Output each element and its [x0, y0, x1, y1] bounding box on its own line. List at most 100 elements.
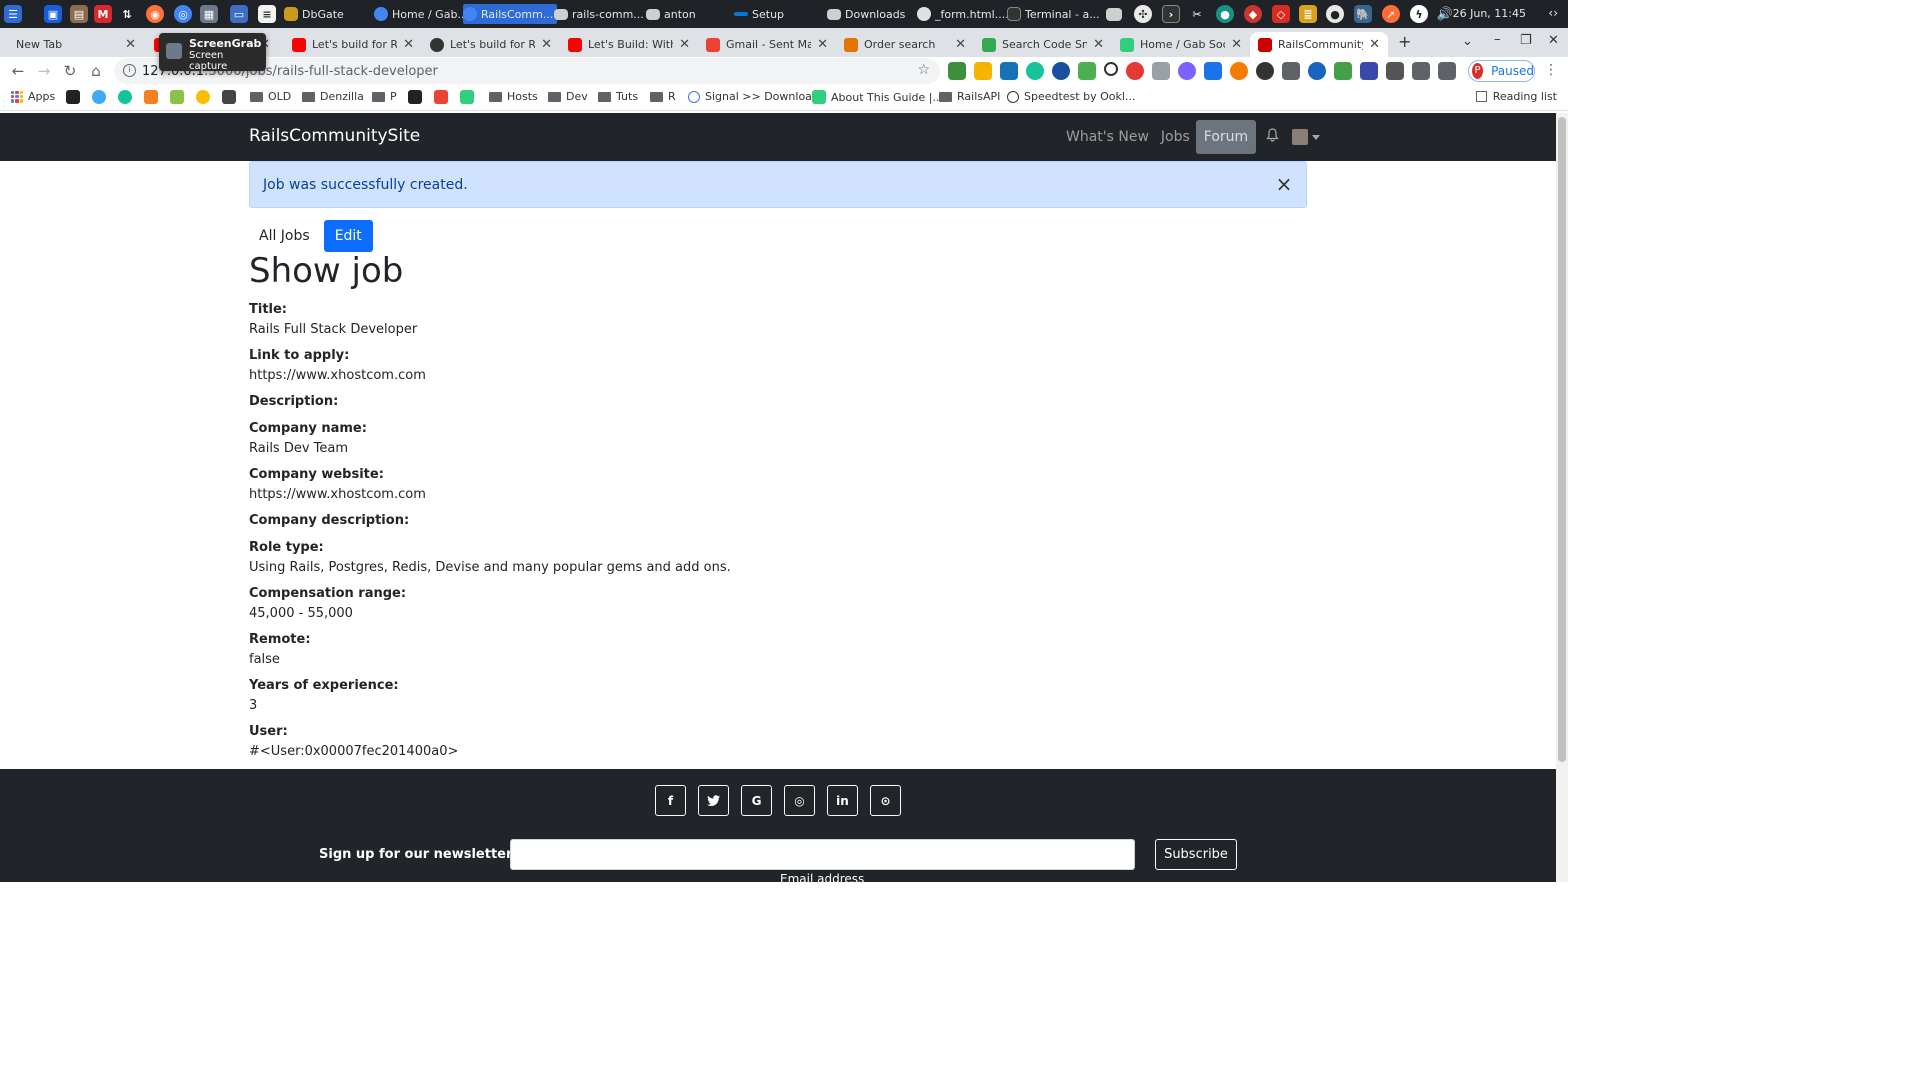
user-menu[interactable]: [1292, 129, 1321, 145]
bookmark-icon[interactable]: [196, 90, 210, 104]
tab-search-icon[interactable]: ⌄: [1462, 34, 1473, 49]
tab-gmail[interactable]: Gmail - Sent Mail ✕: [698, 32, 836, 57]
bookmark-folder-tuts[interactable]: Tuts: [598, 90, 638, 103]
screengrab-icon[interactable]: ▦: [200, 4, 218, 24]
bookmark-icon[interactable]: [408, 90, 422, 104]
edit-button[interactable]: Edit: [323, 220, 373, 252]
tab-new-tab[interactable]: New Tab ✕: [8, 32, 144, 57]
notes-icon[interactable]: ≡: [258, 4, 276, 24]
github-icon[interactable]: ⊙: [870, 785, 901, 816]
taskbar-window-railscommunity[interactable]: RailsComm...: [463, 4, 558, 24]
close-icon[interactable]: ✕: [955, 37, 966, 52]
tray-power-icon[interactable]: ϟ: [1410, 4, 1428, 24]
tray-github-icon[interactable]: ●: [1326, 4, 1344, 24]
tab-search-code-snippets[interactable]: Search Code Snipp ✕: [974, 32, 1112, 57]
tray-redis-icon[interactable]: ◇: [1272, 4, 1290, 24]
taskbar-window-downloads[interactable]: Downloads: [827, 4, 905, 24]
bookmark-icon[interactable]: [222, 90, 236, 104]
css-icon[interactable]: [1000, 62, 1018, 80]
taskbar-window-terminal[interactable]: Terminal - a...: [1007, 4, 1100, 24]
bookmark-folder-denzilla[interactable]: Denzilla: [302, 90, 364, 103]
tray-postman-icon[interactable]: ➚: [1382, 4, 1400, 24]
puzzle-icon[interactable]: [1412, 62, 1430, 80]
extension-icon[interactable]: [1178, 62, 1196, 80]
forward-icon[interactable]: →: [34, 61, 54, 81]
tray-vpn-icon[interactable]: ✣: [1134, 4, 1152, 24]
new-tab-icon[interactable]: +: [1398, 32, 1411, 51]
firefox-icon[interactable]: ◉: [146, 4, 164, 24]
tab-lets-build-ruby-github[interactable]: Let's build for Ruby ✕: [422, 32, 560, 57]
show-desktop-icon[interactable]: ‹›: [1548, 6, 1558, 20]
twitter-icon[interactable]: [698, 785, 729, 816]
taskbar-window-rails-comm[interactable]: rails-comm...: [554, 4, 644, 24]
transfer-icon[interactable]: ⇅: [118, 4, 136, 24]
bell-icon[interactable]: [1260, 128, 1284, 146]
filter-icon[interactable]: [1152, 62, 1170, 80]
extension-icon[interactable]: [1204, 62, 1222, 80]
close-icon[interactable]: ✕: [125, 37, 136, 52]
back-icon[interactable]: ←: [8, 61, 28, 81]
volume-icon[interactable]: 🔊: [1436, 4, 1454, 24]
facebook-icon[interactable]: f: [655, 785, 686, 816]
bookmark-folder-railsapi[interactable]: RailsAPI: [939, 90, 1000, 103]
profile-button[interactable]: P Paused: [1468, 60, 1535, 82]
bookmark-folder-dev[interactable]: Dev: [548, 90, 588, 103]
menu-icon[interactable]: ⋮: [1544, 62, 1558, 78]
site-brand[interactable]: RailsCommunitySite: [249, 126, 420, 146]
taskbar-window-dbgate[interactable]: DbGate: [284, 4, 344, 24]
maximize-icon[interactable]: ❐: [1520, 33, 1532, 48]
bookmark-folder-p[interactable]: P: [372, 90, 397, 103]
media-icon[interactable]: [1438, 62, 1456, 80]
archive-icon[interactable]: ▤: [70, 4, 88, 24]
taskbar-window-anton[interactable]: anton: [646, 4, 696, 24]
nav-whats-new[interactable]: What's New: [1060, 120, 1155, 154]
clock[interactable]: 26 Jun, 11:45: [1453, 7, 1526, 20]
tray-db-icon[interactable]: ≣: [1299, 4, 1317, 24]
close-icon[interactable]: ✕: [403, 37, 414, 52]
extension-icon[interactable]: [1386, 62, 1404, 80]
bookmark-icon[interactable]: [144, 90, 158, 104]
nav-jobs[interactable]: Jobs: [1155, 120, 1196, 154]
bookmark-icon[interactable]: [66, 90, 80, 104]
extension-icon[interactable]: [1078, 62, 1096, 80]
bookmark-speedtest[interactable]: Speedtest by Ookl...: [1007, 90, 1135, 103]
bookmark-icon[interactable]: [118, 90, 132, 104]
tab-gab-social[interactable]: Home / Gab Social ✕: [1112, 32, 1250, 57]
app-icon[interactable]: ▭: [230, 4, 248, 24]
nav-forum[interactable]: Forum: [1195, 120, 1257, 154]
subscribe-button[interactable]: Subscribe: [1155, 839, 1237, 870]
minimize-icon[interactable]: –: [1494, 32, 1501, 47]
close-icon[interactable]: ✕: [1369, 37, 1380, 52]
scrollbar-thumb[interactable]: [1558, 117, 1566, 762]
tray-tools-icon[interactable]: ✂: [1188, 4, 1206, 24]
reload-icon[interactable]: ↻: [60, 61, 80, 81]
close-icon[interactable]: ✕: [817, 37, 828, 52]
close-icon[interactable]: ✕: [1093, 37, 1104, 52]
bookmark-folder-r[interactable]: R: [650, 90, 676, 103]
close-icon[interactable]: ✕: [679, 37, 690, 52]
mega-icon[interactable]: M: [94, 4, 112, 24]
bookmark-about-guide[interactable]: About This Guide |...: [812, 90, 943, 104]
close-icon[interactable]: ×: [1274, 174, 1294, 194]
tab-lets-build-ruby-2[interactable]: Let's build for Ruby ✕: [284, 32, 422, 57]
bookmark-signal[interactable]: Signal >> Downloa...: [688, 90, 822, 103]
gmail-icon[interactable]: [434, 90, 448, 104]
home-icon[interactable]: ⌂: [86, 61, 106, 81]
bookmark-folder-old[interactable]: OLD: [250, 90, 291, 103]
tray-postgres-icon[interactable]: 🐘: [1354, 4, 1372, 24]
page-scrollbar[interactable]: [1556, 113, 1568, 882]
tab-railscommunitysite[interactable]: RailsCommunitySit ✕: [1250, 32, 1388, 57]
close-icon[interactable]: ✕: [1231, 37, 1242, 52]
tab-order-search[interactable]: Order search ✕: [836, 32, 974, 57]
linkedin-icon[interactable]: in: [827, 785, 858, 816]
instagram-icon[interactable]: ◎: [784, 785, 815, 816]
extension-icon[interactable]: [1334, 62, 1352, 80]
site-info-icon[interactable]: i: [123, 64, 136, 77]
chrome-icon[interactable]: ◎: [174, 4, 192, 24]
extension-icon[interactable]: [974, 62, 992, 80]
email-field[interactable]: [510, 839, 1135, 870]
taskbar-window-setup[interactable]: Setup: [734, 4, 784, 24]
window-close-icon[interactable]: ✕: [1548, 33, 1559, 48]
extension-icon[interactable]: [1308, 62, 1326, 80]
close-icon[interactable]: ✕: [541, 37, 552, 52]
